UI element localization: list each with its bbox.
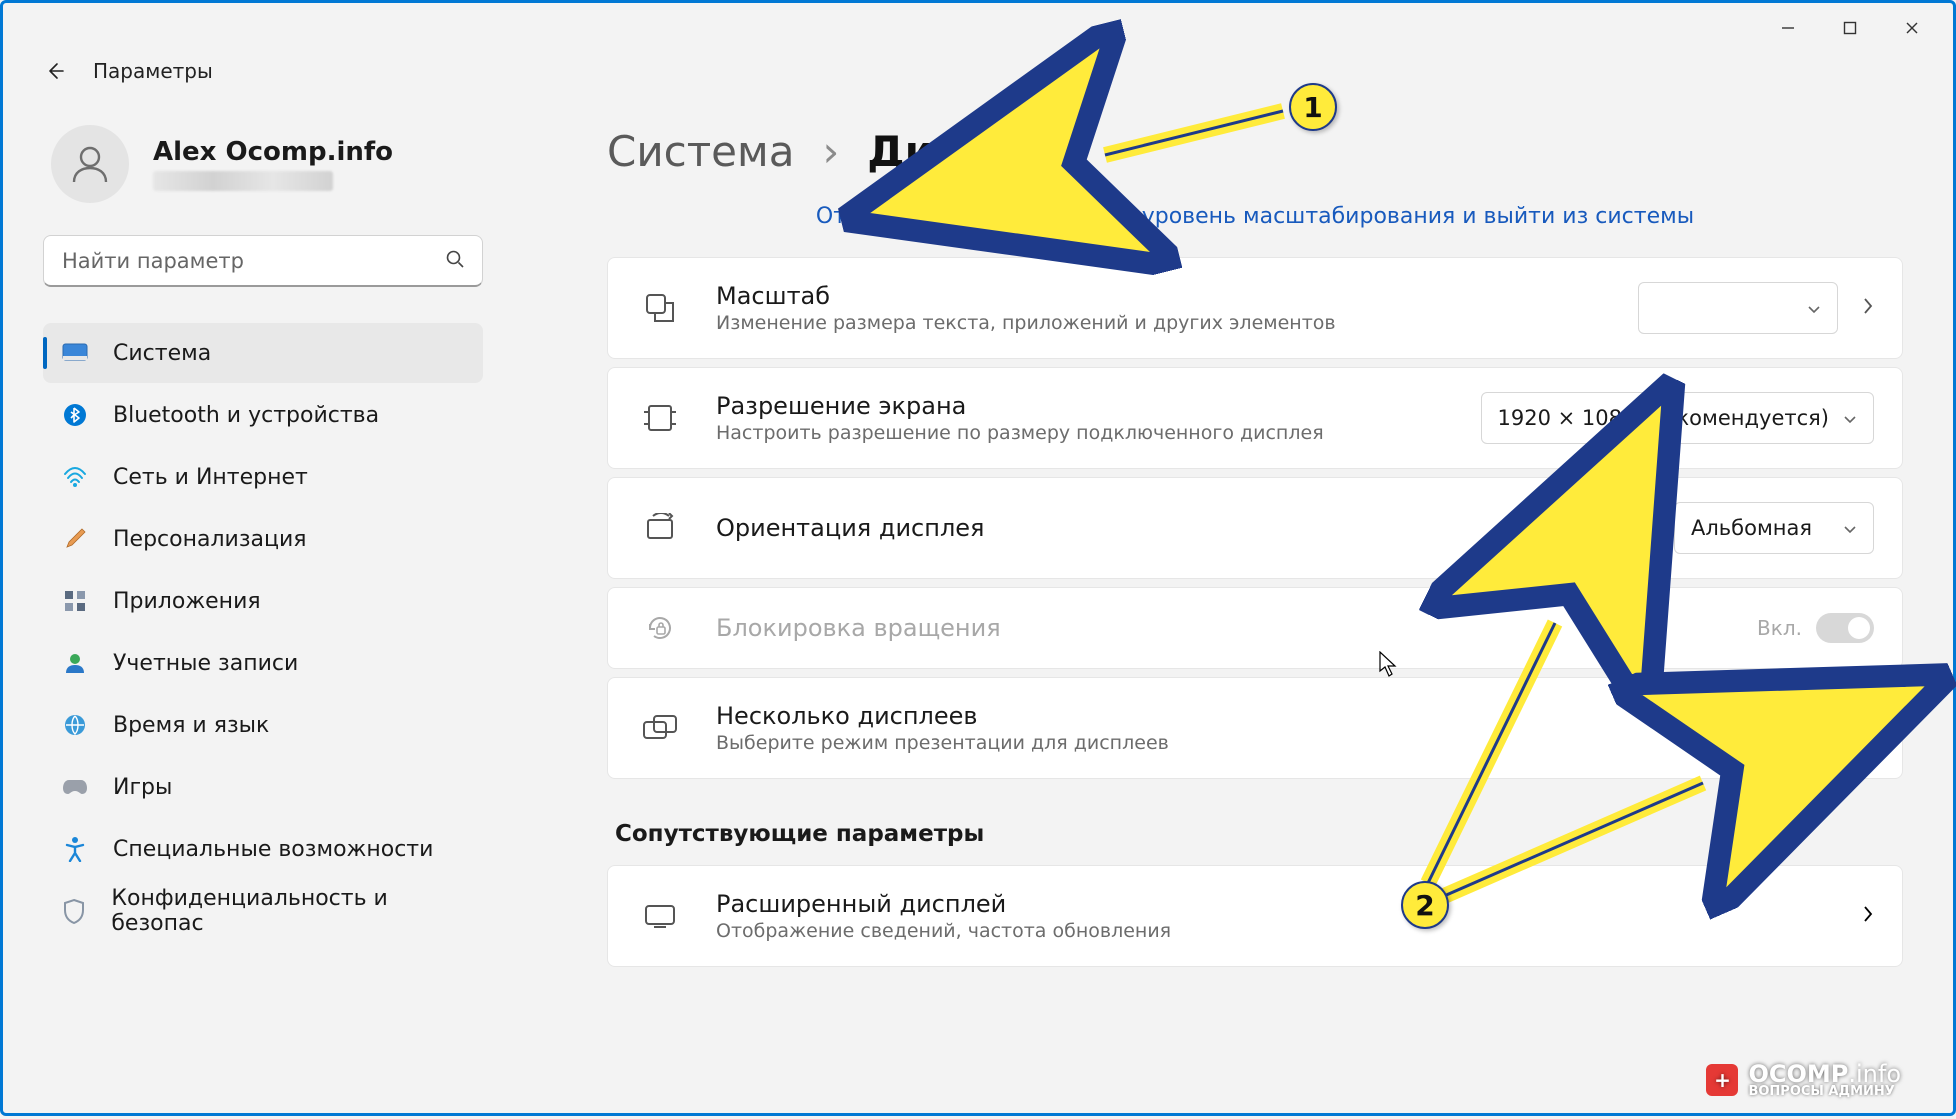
multiple-title: Несколько дисплеев xyxy=(716,702,1854,730)
orientation-icon xyxy=(636,513,684,543)
advanced-display-icon xyxy=(636,903,684,929)
chevron-down-icon[interactable] xyxy=(1854,719,1874,738)
scale-dropdown[interactable] xyxy=(1638,282,1838,334)
privacy-icon xyxy=(61,897,87,925)
scale-icon xyxy=(636,291,684,325)
chevron-right-icon[interactable] xyxy=(1862,296,1874,320)
search-input[interactable] xyxy=(43,235,483,287)
apps-icon xyxy=(61,587,89,615)
person-icon xyxy=(68,142,112,186)
accounts-icon xyxy=(61,649,89,677)
profile-name: Alex Ocomp.info xyxy=(153,137,393,167)
nav-item-gaming[interactable]: Игры xyxy=(43,757,483,817)
main-content: Система › Дисплей Отключить настраиваемы… xyxy=(523,95,1953,1107)
orientation-card[interactable]: Ориентация дисплея Альбомная xyxy=(607,477,1903,579)
time-language-icon xyxy=(61,711,89,739)
rotation-lock-state: Вкл. xyxy=(1757,616,1802,640)
nav-item-system[interactable]: Система xyxy=(43,323,483,383)
watermark-cross-icon: + xyxy=(1706,1064,1738,1096)
chevron-down-icon xyxy=(1843,516,1857,540)
nav-label: Bluetooth и устройства xyxy=(113,403,379,428)
nav: Система Bluetooth и устройства Сеть и Ин… xyxy=(43,323,483,941)
nav-label: Сеть и Интернет xyxy=(113,465,308,490)
nav-item-personalization[interactable]: Персонализация xyxy=(43,509,483,569)
nav-item-bluetooth[interactable]: Bluetooth и устройства xyxy=(43,385,483,445)
scale-desc: Изменение размера текста, приложений и д… xyxy=(716,312,1638,334)
chevron-down-icon xyxy=(1843,406,1857,430)
sidebar: Alex Ocomp.info Система Bluetooth и устр… xyxy=(3,95,523,1107)
maximize-button[interactable] xyxy=(1819,8,1881,48)
advanced-display-card[interactable]: Расширенный дисплей Отображение сведений… xyxy=(607,865,1903,967)
system-icon xyxy=(61,339,89,367)
scale-card[interactable]: Масштаб Изменение размера текста, прилож… xyxy=(607,257,1903,359)
nav-item-accounts[interactable]: Учетные записи xyxy=(43,633,483,693)
accessibility-icon xyxy=(61,835,89,863)
profile-email-blurred xyxy=(153,171,333,191)
resolution-dropdown[interactable]: 1920 × 1080 (рекомендуется) xyxy=(1481,392,1874,444)
related-header: Сопутствующие параметры xyxy=(615,821,1903,847)
back-button[interactable] xyxy=(41,57,69,85)
search-icon xyxy=(445,249,465,273)
nav-label: Система xyxy=(113,341,211,366)
resolution-title: Разрешение экрана xyxy=(716,392,1481,420)
nav-item-privacy[interactable]: Конфиденциальность и безопас xyxy=(43,881,483,941)
chevron-down-icon xyxy=(1807,296,1821,320)
nav-label: Конфиденциальность и безопас xyxy=(111,886,465,936)
personalization-icon xyxy=(61,525,89,553)
resolution-desc: Настроить разрешение по размеру подключе… xyxy=(716,422,1481,444)
scale-title: Масштаб xyxy=(716,282,1638,310)
app-title: Параметры xyxy=(93,59,213,83)
arrow-left-icon xyxy=(43,59,67,83)
orientation-title: Ориентация дисплея xyxy=(716,514,1674,542)
rotation-lock-card: Блокировка вращения Вкл. xyxy=(607,587,1903,669)
nav-label: Специальные возможности xyxy=(113,837,433,862)
multiple-displays-card[interactable]: Несколько дисплеев Выберите режим презен… xyxy=(607,677,1903,779)
breadcrumb-root[interactable]: Система xyxy=(607,127,794,176)
minimize-button[interactable] xyxy=(1757,8,1819,48)
orientation-dropdown[interactable]: Альбомная xyxy=(1674,502,1874,554)
nav-label: Игры xyxy=(113,775,172,800)
resolution-icon xyxy=(636,403,684,433)
nav-item-time-language[interactable]: Время и язык xyxy=(43,695,483,755)
bluetooth-icon xyxy=(61,401,89,429)
profile-block[interactable]: Alex Ocomp.info xyxy=(43,115,483,227)
nav-label: Учетные записи xyxy=(113,651,298,676)
rotation-lock-toggle xyxy=(1816,613,1874,643)
minimize-icon xyxy=(1781,21,1795,35)
resolution-card[interactable]: Разрешение экрана Настроить разрешение п… xyxy=(607,367,1903,469)
close-icon xyxy=(1905,21,1919,35)
nav-item-network[interactable]: Сеть и Интернет xyxy=(43,447,483,507)
search-box[interactable] xyxy=(43,235,483,287)
gaming-icon xyxy=(61,773,89,801)
multiple-desc: Выберите режим презентации для дисплеев xyxy=(716,732,1854,754)
multiple-displays-icon xyxy=(636,713,684,743)
watermark: + OCOMP.info ВОПРОСЫ АДМИНУ xyxy=(1706,1060,1901,1099)
nav-label: Время и язык xyxy=(113,713,269,738)
nav-item-apps[interactable]: Приложения xyxy=(43,571,483,631)
network-icon xyxy=(61,463,89,491)
rotation-lock-icon xyxy=(636,612,684,644)
advanced-title: Расширенный дисплей xyxy=(716,890,1862,918)
scale-signout-link[interactable]: Отключить настраиваемый уровень масштаби… xyxy=(607,204,1903,229)
nav-label: Персонализация xyxy=(113,527,307,552)
nav-label: Приложения xyxy=(113,589,261,614)
breadcrumb-current: Дисплей xyxy=(867,127,1076,176)
avatar xyxy=(51,125,129,203)
chevron-right-icon: › xyxy=(822,127,839,176)
advanced-desc: Отображение сведений, частота обновления xyxy=(716,920,1862,942)
breadcrumb: Система › Дисплей xyxy=(607,127,1903,176)
rotation-lock-title: Блокировка вращения xyxy=(716,614,1757,642)
maximize-icon xyxy=(1843,21,1857,35)
chevron-right-icon[interactable] xyxy=(1862,904,1874,928)
nav-item-accessibility[interactable]: Специальные возможности xyxy=(43,819,483,879)
close-button[interactable] xyxy=(1881,8,1943,48)
